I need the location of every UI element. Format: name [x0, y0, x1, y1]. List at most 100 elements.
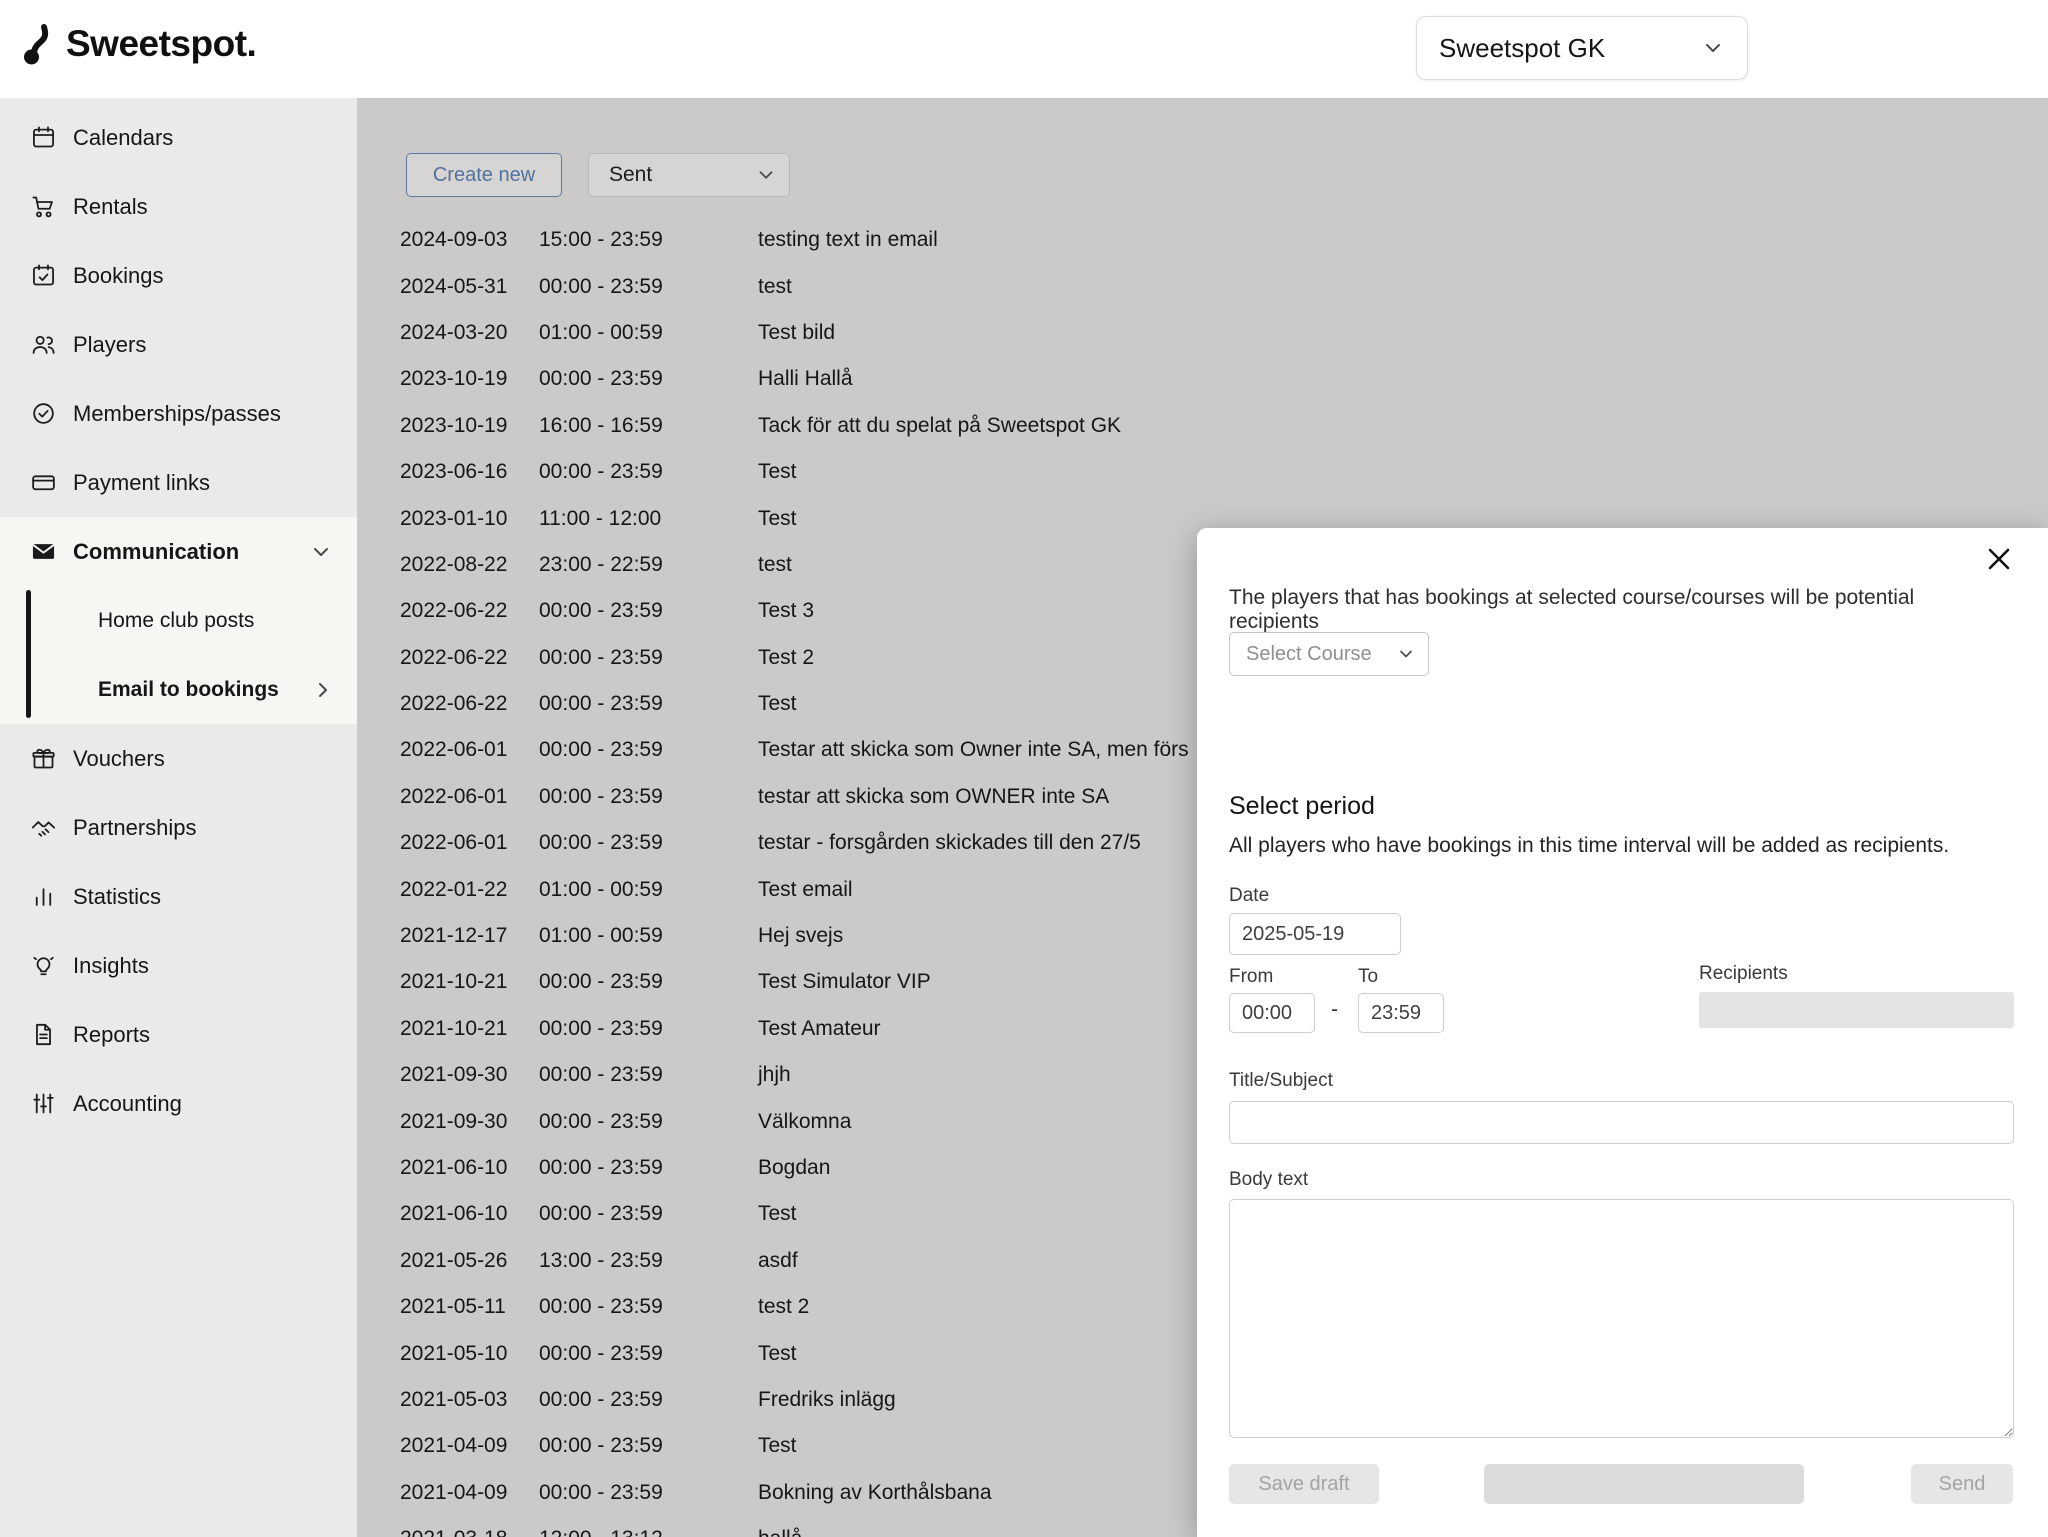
- sidebar-item-bookings[interactable]: Bookings: [0, 241, 357, 310]
- sidebar-subitem-label: Home club posts: [98, 609, 254, 633]
- email-time: 00:00 - 23:59: [539, 785, 758, 809]
- sidebar-item-label: Payment links: [73, 470, 210, 496]
- save-draft-button[interactable]: Save draft: [1229, 1464, 1379, 1504]
- email-time: 00:00 - 23:59: [539, 275, 758, 299]
- sidebar-item-accounting[interactable]: Accounting: [0, 1069, 357, 1138]
- sidebar-item-label: Calendars: [73, 125, 173, 151]
- course-select[interactable]: Select Course: [1229, 632, 1429, 676]
- email-row[interactable]: 2023-10-19 16:00 - 16:59 Tack för att du…: [357, 403, 2048, 449]
- date-input[interactable]: [1229, 913, 1401, 955]
- sidebar-item-communication[interactable]: Communication: [0, 517, 357, 586]
- email-time: 00:00 - 23:59: [539, 738, 758, 762]
- sidebar-item-rentals[interactable]: Rentals: [0, 172, 357, 241]
- email-time: 00:00 - 23:59: [539, 1017, 758, 1041]
- email-compose-panel: The players that has bookings at selecte…: [1197, 528, 2048, 1537]
- sidebar-item-home-club-posts[interactable]: Home club posts: [0, 586, 357, 655]
- email-time: 00:00 - 23:59: [539, 692, 758, 716]
- email-date: 2021-09-30: [400, 1110, 539, 1134]
- email-date: 2022-06-22: [400, 599, 539, 623]
- chevron-down-icon: [1396, 644, 1416, 664]
- sidebar-item-label: Partnerships: [73, 815, 197, 841]
- email-time: 00:00 - 23:59: [539, 1156, 758, 1180]
- toolbar: Create new Sent: [406, 153, 790, 197]
- disabled-placeholder-button: [1484, 1464, 1804, 1504]
- email-subject: Halli Hallå: [758, 367, 853, 391]
- email-time: 01:00 - 00:59: [539, 321, 758, 345]
- sidebar-item-label: Reports: [73, 1022, 150, 1048]
- envelope-icon: [30, 538, 57, 565]
- chevron-down-icon: [1701, 36, 1725, 60]
- email-subject: Välkomna: [758, 1110, 851, 1134]
- from-label: From: [1229, 966, 1273, 988]
- email-date: 2021-03-18: [400, 1527, 539, 1537]
- sidebar-item-memberships[interactable]: Memberships/passes: [0, 379, 357, 448]
- email-row[interactable]: 2023-10-19 00:00 - 23:59 Halli Hallå: [357, 356, 2048, 402]
- gift-icon: [30, 745, 57, 772]
- badge-check-icon: [30, 400, 57, 427]
- email-time: 01:00 - 00:59: [539, 924, 758, 948]
- email-subject: Test Simulator VIP: [758, 970, 931, 994]
- to-time-input[interactable]: [1358, 993, 1444, 1033]
- email-subject: test 2: [758, 1295, 809, 1319]
- app: Sweetspot. Sweetspot GK Calendars Rental…: [0, 0, 2048, 1537]
- sidebar-item-label: Accounting: [73, 1091, 182, 1117]
- select-period-title: Select period: [1229, 792, 1375, 821]
- email-time: 00:00 - 23:59: [539, 1063, 758, 1087]
- email-time: 23:00 - 22:59: [539, 553, 758, 577]
- email-row[interactable]: 2024-05-31 00:00 - 23:59 test: [357, 263, 2048, 309]
- trolley-icon: [30, 193, 57, 220]
- sidebar-item-email-to-bookings[interactable]: Email to bookings: [0, 655, 357, 724]
- email-row[interactable]: 2024-03-20 01:00 - 00:59 Test bild: [357, 310, 2048, 356]
- email-date: 2022-06-22: [400, 692, 539, 716]
- time-range-dash: -: [1331, 998, 1338, 1022]
- email-subject: hallå: [758, 1527, 802, 1537]
- body-textarea[interactable]: [1229, 1199, 2014, 1438]
- sidebar-item-vouchers[interactable]: Vouchers: [0, 724, 357, 793]
- email-subject: asdf: [758, 1249, 798, 1273]
- email-date: 2021-10-21: [400, 970, 539, 994]
- email-date: 2023-10-19: [400, 367, 539, 391]
- email-subject: Test 3: [758, 599, 814, 623]
- sidebar-item-calendars[interactable]: Calendars: [0, 103, 357, 172]
- people-icon: [30, 331, 57, 358]
- body-text-label: Body text: [1229, 1169, 1308, 1191]
- email-subject: testing text in email: [758, 228, 938, 252]
- sidebar-item-reports[interactable]: Reports: [0, 1000, 357, 1069]
- recipients-field: [1699, 992, 2014, 1028]
- title-subject-label: Title/Subject: [1229, 1070, 1333, 1092]
- sidebar-item-payment-links[interactable]: Payment links: [0, 448, 357, 517]
- email-date: 2021-04-09: [400, 1434, 539, 1458]
- email-time: 00:00 - 23:59: [539, 1110, 758, 1134]
- create-new-button[interactable]: Create new: [406, 153, 562, 197]
- send-button[interactable]: Send: [1911, 1464, 2013, 1504]
- email-time: 00:00 - 23:59: [539, 1202, 758, 1226]
- topbar: Sweetspot. Sweetspot GK: [0, 0, 2048, 98]
- lightbulb-icon: [30, 952, 57, 979]
- status-filter-select[interactable]: Sent: [588, 153, 790, 197]
- email-subject: test: [758, 553, 792, 577]
- sidebar-item-statistics[interactable]: Statistics: [0, 862, 357, 931]
- handshake-icon: [30, 814, 57, 841]
- email-date: 2022-06-22: [400, 646, 539, 670]
- email-time: 01:00 - 00:59: [539, 878, 758, 902]
- email-date: 2023-01-10: [400, 507, 539, 531]
- sidebar-item-partnerships[interactable]: Partnerships: [0, 793, 357, 862]
- email-row[interactable]: 2024-09-03 15:00 - 23:59 testing text in…: [357, 217, 2048, 263]
- close-icon[interactable]: [1984, 544, 2014, 574]
- email-time: 00:00 - 23:59: [539, 1342, 758, 1366]
- sidebar-item-players[interactable]: Players: [0, 310, 357, 379]
- date-label: Date: [1229, 885, 1269, 907]
- email-row[interactable]: 2023-06-16 00:00 - 23:59 Test: [357, 449, 2048, 495]
- chevron-right-icon: [311, 678, 335, 702]
- recipients-info-text: The players that has bookings at selecte…: [1229, 586, 1981, 634]
- from-time-input[interactable]: [1229, 993, 1315, 1033]
- email-date: 2024-03-20: [400, 321, 539, 345]
- email-time: 00:00 - 23:59: [539, 1481, 758, 1505]
- club-selector-value: Sweetspot GK: [1439, 33, 1605, 64]
- sidebar-item-insights[interactable]: Insights: [0, 931, 357, 1000]
- logo: Sweetspot.: [22, 22, 256, 66]
- club-selector[interactable]: Sweetspot GK: [1416, 16, 1748, 80]
- title-input[interactable]: [1229, 1101, 2014, 1144]
- payment-card-icon: [30, 469, 57, 496]
- email-date: 2021-05-26: [400, 1249, 539, 1273]
